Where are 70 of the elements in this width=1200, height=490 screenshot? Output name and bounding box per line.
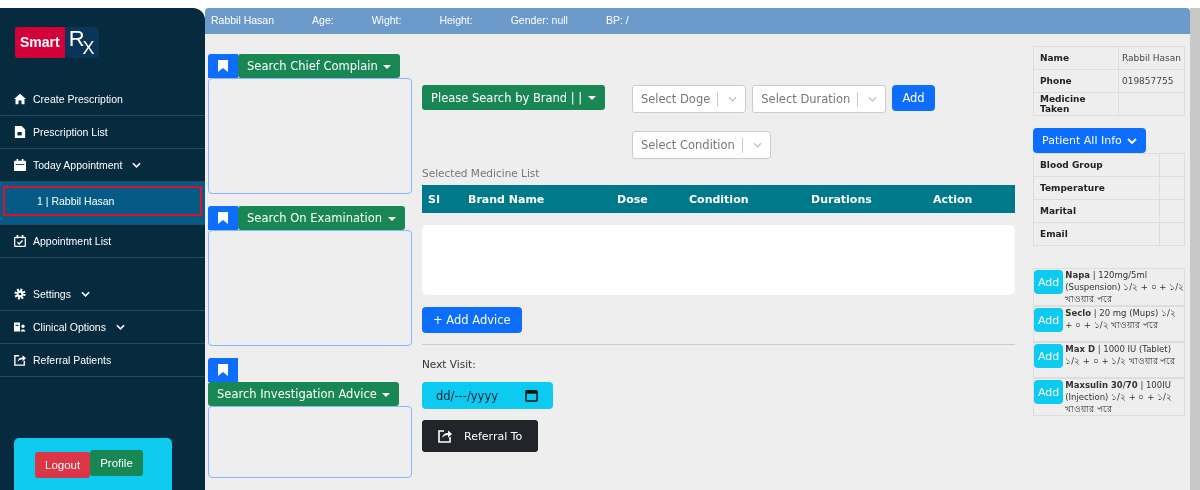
table-cell: Rabbil Hasan bbox=[1118, 46, 1185, 70]
select-field[interactable]: Select Condition bbox=[631, 131, 771, 159]
chevron-down-icon bbox=[1126, 137, 1137, 144]
referral-button[interactable]: Referral To bbox=[422, 420, 539, 452]
column-header: Durations bbox=[811, 192, 873, 206]
table-cell: Temperature bbox=[1033, 176, 1160, 200]
header-field: Gender: null bbox=[510, 14, 568, 34]
table-cell: Blood Group bbox=[1033, 153, 1160, 177]
dropdown-button[interactable]: Search On Examination bbox=[238, 206, 405, 230]
profile-button[interactable]: Profile bbox=[90, 450, 143, 476]
caret-icon bbox=[383, 64, 392, 69]
document-icon bbox=[14, 126, 26, 138]
settings-icon bbox=[14, 288, 26, 300]
date-field[interactable]: dd/---/yyyy bbox=[422, 382, 553, 409]
add-button[interactable]: Add bbox=[892, 85, 935, 111]
column-header: Dose bbox=[617, 192, 649, 206]
field-label: Next Visit: bbox=[422, 358, 476, 370]
nav-item[interactable]: Prescription List bbox=[0, 116, 205, 149]
calendar-icon[interactable] bbox=[525, 389, 538, 402]
bookmark-button[interactable] bbox=[208, 206, 238, 230]
calendar-check-icon bbox=[14, 235, 26, 247]
submenu-item[interactable]: 1 | Rabbil Hasan bbox=[3, 186, 202, 216]
column-header: Brand Name bbox=[468, 192, 546, 206]
bookmark-button[interactable] bbox=[208, 358, 238, 382]
header-field: Age: bbox=[312, 14, 334, 34]
column-header: Condition bbox=[689, 192, 750, 206]
header-field: Wight: bbox=[371, 14, 402, 34]
header-field: Rabbil Hasan bbox=[211, 14, 275, 34]
bookmark-icon bbox=[218, 364, 228, 376]
bookmark-button[interactable] bbox=[208, 54, 238, 78]
medicine-suggestion: Seclo | 20 mg (Mups) ১/২ + ০ + ১/২ খাওয়ার পরে bbox=[1065, 307, 1177, 331]
user-card-icon bbox=[14, 321, 26, 333]
table-cell: Medicine Taken bbox=[1033, 92, 1119, 116]
header-field: Height: bbox=[439, 14, 473, 34]
chevron-down-icon bbox=[868, 96, 878, 102]
caret-icon bbox=[387, 216, 396, 221]
patient-info-button[interactable]: Patient All Info bbox=[1033, 128, 1146, 153]
bookmark-icon bbox=[218, 60, 228, 72]
medicine-suggestion: Maxsulin 30/70 | 100IU (Injection) ১/২ + ০ + ১/২ খাওয়ার পরে bbox=[1065, 379, 1173, 415]
chevron-down-icon bbox=[728, 96, 738, 102]
table-cell: Email bbox=[1033, 222, 1160, 246]
home-icon bbox=[14, 93, 26, 105]
chevron-down-icon bbox=[132, 162, 142, 168]
dropdown-button[interactable]: Search Chief Complain bbox=[238, 54, 401, 78]
caret-icon bbox=[587, 96, 596, 100]
table-cell: Phone bbox=[1033, 69, 1119, 93]
caret-icon bbox=[382, 392, 391, 397]
table-cell: Name bbox=[1033, 46, 1119, 70]
bookmark-icon bbox=[218, 212, 228, 224]
select-field[interactable]: Select Duration bbox=[752, 85, 887, 113]
column-header: SI bbox=[427, 192, 441, 206]
add-advice-button[interactable]: + Add Advice bbox=[422, 307, 522, 333]
share-icon bbox=[438, 429, 452, 443]
dropdown-button[interactable]: Search Investigation Advice bbox=[208, 382, 400, 406]
logout-button[interactable]: Logout bbox=[35, 452, 91, 478]
table-cell: 019857755 bbox=[1118, 69, 1185, 93]
medicine-suggestion: Napa | 120mg/5ml (Suspension) ১/২ + ০ + ১/২ খাওয়ার পরে bbox=[1065, 269, 1184, 305]
calendar-icon bbox=[14, 159, 26, 171]
logo-word: Smart bbox=[15, 27, 65, 58]
chevron-down-icon bbox=[752, 142, 762, 148]
column-header: Action bbox=[933, 192, 973, 206]
select-field[interactable]: Select Doge bbox=[631, 85, 747, 113]
section-title: Selected Medicine List bbox=[422, 167, 540, 179]
medicine-suggestion: Max D | 1000 IU (Tablet) ১/২ + ০ + ১/২ খাওয়ার পরে bbox=[1065, 343, 1177, 367]
chevron-down-icon bbox=[115, 324, 125, 330]
brand-search-button[interactable]: Please Search by Brand | | bbox=[422, 85, 605, 110]
share-icon bbox=[14, 354, 26, 366]
chevron-down-icon bbox=[80, 291, 90, 297]
header-field: BP: / bbox=[605, 14, 629, 34]
table-cell: Marital bbox=[1033, 199, 1160, 223]
